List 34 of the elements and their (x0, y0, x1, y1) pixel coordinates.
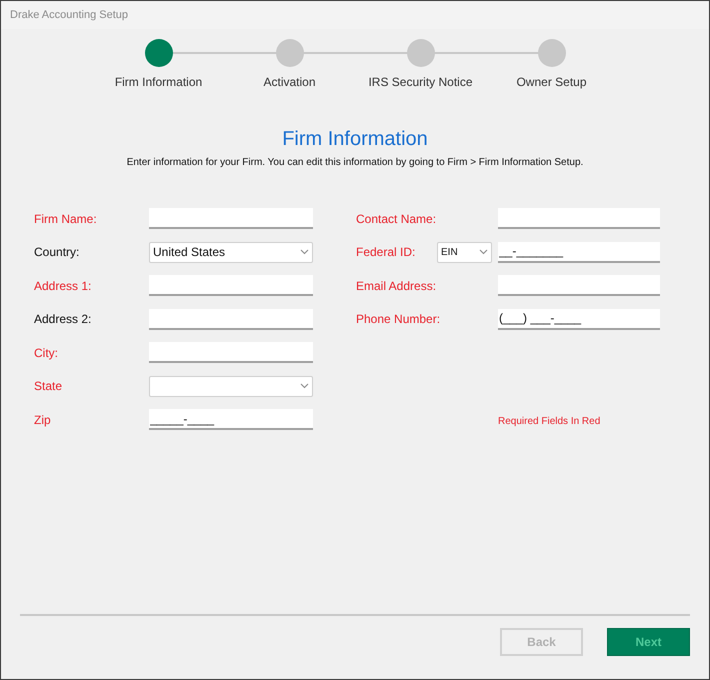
chevron-icon (300, 249, 309, 255)
field-label: State (34, 378, 64, 395)
text-field[interactable] (498, 275, 660, 296)
required-note: Required Fields In Red (498, 416, 600, 426)
text-field[interactable] (149, 308, 313, 330)
text-field[interactable] (498, 208, 660, 229)
text-field[interactable]: (___) ___-____ (498, 308, 660, 330)
dropdown[interactable]: United States (149, 242, 313, 262)
page-heading: Firm Information (282, 127, 428, 151)
dropdown[interactable] (149, 376, 313, 396)
chevron-icon (300, 383, 309, 389)
text-field[interactable] (149, 275, 313, 296)
text-field[interactable]: _____-____ (149, 409, 313, 430)
step-label: Activation (263, 74, 316, 91)
step-label: Owner Setup (516, 74, 587, 91)
dropdown[interactable]: EIN (437, 242, 492, 262)
step-label: Firm Information (114, 74, 202, 91)
text-field[interactable] (149, 208, 313, 229)
field-label: Contact Name: (356, 210, 438, 228)
field-label: Country: (34, 244, 80, 261)
step-label: IRS Security Notice (368, 74, 473, 91)
field-label: Federal ID: (356, 244, 416, 261)
field-label: Firm Name: (34, 210, 98, 228)
field-label: City: (34, 344, 59, 362)
text-field[interactable] (149, 342, 313, 363)
field-label: Zip (34, 412, 52, 428)
field-label: Address 1: (34, 278, 92, 294)
field-label: Address 2: (34, 311, 92, 328)
chevron-icon (479, 249, 488, 255)
instruction-text: Enter information for your Firm. You can edit this information by going to Firm > Firm Information Setup. (126, 156, 584, 170)
window-title: Drake Accounting Setup (10, 8, 128, 23)
field-label: Phone Number: (356, 311, 442, 328)
text-field[interactable]: __-_______ (498, 242, 660, 262)
field-label: Email Address: (356, 278, 438, 294)
